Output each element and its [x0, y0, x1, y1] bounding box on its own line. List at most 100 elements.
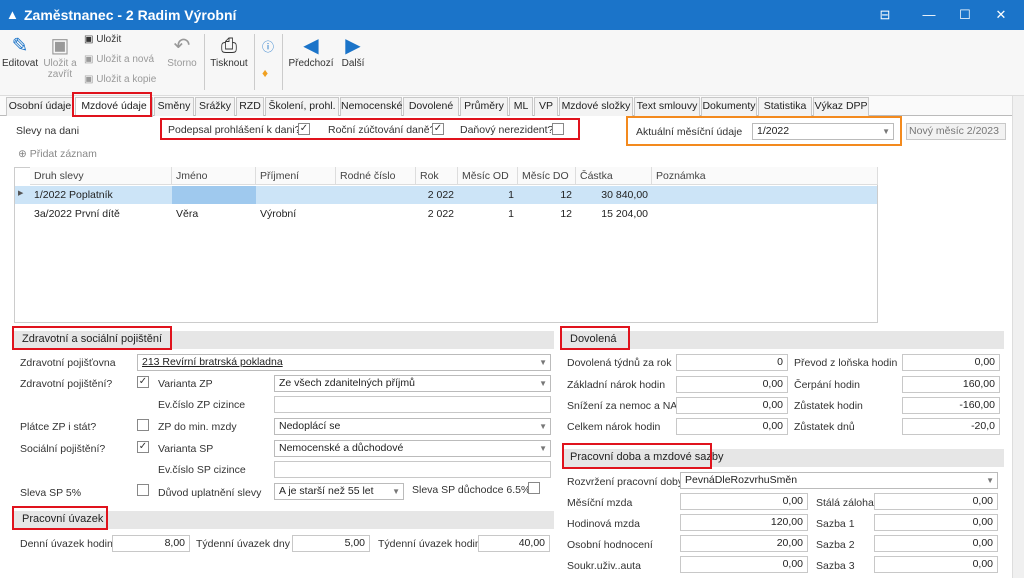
foreign-zp-input[interactable] — [274, 396, 551, 413]
health-insurance-checkbox[interactable]: ✓ — [137, 376, 149, 388]
minimize-button[interactable]: — — [914, 4, 944, 26]
restore-icon[interactable]: ⊟ — [870, 4, 900, 26]
new-month-button[interactable]: Nový měsíc 2/2023 — [906, 123, 1006, 140]
personal-rating-input[interactable]: 20,00 — [680, 535, 808, 552]
foreign-sp-input[interactable] — [274, 461, 551, 478]
tab-3[interactable]: Srážky — [195, 97, 235, 116]
rate3-input[interactable]: 0,00 — [874, 556, 998, 573]
vacation-rem-days-input[interactable]: -20,0 — [902, 418, 1000, 435]
bell-icon[interactable]: ♦ — [262, 66, 268, 80]
tab-6[interactable]: Nemocenské — [340, 97, 402, 116]
state-payer-checkbox[interactable] — [137, 419, 149, 431]
table-cell[interactable] — [336, 205, 416, 223]
weekly-days-input[interactable]: 5,00 — [292, 535, 370, 552]
table-cell[interactable] — [336, 186, 416, 204]
save-close-button[interactable]: ▣ Uložit a zavřít — [40, 34, 80, 80]
chevron-down-icon: ▼ — [986, 476, 994, 485]
weekly-hours-input[interactable]: 40,00 — [478, 535, 550, 552]
tab-15[interactable]: Výkaz DPP — [813, 97, 869, 116]
tab-9[interactable]: ML — [509, 97, 533, 116]
column-header[interactable]: Rodné číslo — [336, 167, 416, 185]
hourly-wage-input[interactable]: 120,00 — [680, 514, 808, 531]
print-button[interactable]: ⎙ Tisknout — [208, 34, 250, 69]
nonresident-checkbox[interactable] — [552, 123, 564, 135]
tab-12[interactable]: Text smlouvy — [634, 97, 700, 116]
vacation-weeks-input[interactable]: 0 — [676, 354, 788, 371]
table-cell[interactable] — [172, 186, 256, 204]
vacation-reduce-input[interactable]: 0,00 — [676, 397, 788, 414]
vacation-transfer-input[interactable]: 0,00 — [902, 354, 1000, 371]
column-header[interactable]: Jméno — [172, 167, 256, 185]
daily-hours-input[interactable]: 8,00 — [112, 535, 190, 552]
vacation-rem-hours-input[interactable]: -160,00 — [902, 397, 1000, 414]
rate1-input[interactable]: 0,00 — [874, 514, 998, 531]
tab-2[interactable]: Směny — [154, 97, 194, 116]
column-header[interactable]: Měsíc OD — [458, 167, 518, 185]
save-button[interactable]: ▣ Uložit — [84, 34, 121, 45]
tab-8[interactable]: Průměry — [460, 97, 508, 116]
variant-zp-select[interactable]: Ze všech zdanitelných příjmů ▼ — [274, 375, 551, 392]
next-button[interactable]: ▶ Další — [338, 34, 368, 69]
column-header[interactable]: Poznámka — [652, 167, 878, 185]
highlight-workload — [12, 506, 108, 530]
tab-13[interactable]: Dokumenty — [701, 97, 757, 116]
edit-button[interactable]: ✎ Editovat — [2, 34, 38, 69]
table-cell[interactable]: 15 204,00 — [576, 205, 652, 223]
table-cell[interactable] — [256, 186, 336, 204]
work-distribution-select[interactable]: PevnáDleRozvrhuSměn ▼ — [680, 472, 998, 489]
column-header[interactable]: Rok — [416, 167, 458, 185]
monthly-wage-input[interactable]: 0,00 — [680, 493, 808, 510]
add-record-button[interactable]: ⊕ Přidat záznam — [18, 148, 97, 160]
cancel-button[interactable]: ↶ Storno — [164, 34, 200, 69]
annual-checkbox[interactable]: ✓ — [432, 123, 444, 135]
variant-sp-select[interactable]: Nemocenské a důchodové ▼ — [274, 440, 551, 457]
rate2-input[interactable]: 0,00 — [874, 535, 998, 552]
previous-button[interactable]: ◀ Předchozí — [288, 34, 334, 69]
reason-select[interactable]: A je starší než 55 let ▼ — [274, 483, 404, 500]
tab-0[interactable]: Osobní údaje — [6, 97, 74, 116]
table-cell[interactable]: 2 022 — [416, 205, 458, 223]
table-cell[interactable]: 2 022 — [416, 186, 458, 204]
table-cell[interactable] — [652, 186, 878, 204]
table-cell[interactable] — [652, 205, 878, 223]
table-cell[interactable]: 1 — [458, 186, 518, 204]
column-header[interactable]: Měsíc DO — [518, 167, 576, 185]
vertical-scrollbar[interactable] — [1012, 96, 1024, 578]
column-header[interactable]: Příjmení — [256, 167, 336, 185]
insurer-select[interactable]: 213 Revírní bratrská pokladna ▼ — [137, 354, 551, 371]
social-insurance-checkbox[interactable]: ✓ — [137, 441, 149, 453]
tab-4[interactable]: RZD — [236, 97, 264, 116]
advance-input[interactable]: 0,00 — [874, 493, 998, 510]
maximize-button[interactable]: ☐ — [950, 4, 980, 26]
tab-11[interactable]: Mzdové složky — [559, 97, 633, 116]
signed-checkbox[interactable]: ✓ — [298, 123, 310, 135]
zp-min-select[interactable]: Nedoplácí se ▼ — [274, 418, 551, 435]
car-use-input[interactable]: 0,00 — [680, 556, 808, 573]
column-header[interactable]: Částka — [576, 167, 652, 185]
table-cell[interactable]: 30 840,00 — [576, 186, 652, 204]
sp5-checkbox[interactable] — [137, 484, 149, 496]
table-cell[interactable]: Výrobní — [256, 205, 336, 223]
table-cell[interactable]: 1/2022 Poplatník — [30, 186, 172, 204]
vacation-base-input[interactable]: 0,00 — [676, 376, 788, 393]
rate3-label: Sazba 3 — [816, 560, 855, 572]
sp-pension-checkbox[interactable] — [528, 482, 540, 494]
vacation-total-input[interactable]: 0,00 — [676, 418, 788, 435]
tab-14[interactable]: Statistika — [758, 97, 812, 116]
tab-7[interactable]: Dovolené — [403, 97, 459, 116]
tab-5[interactable]: Školení, prohl. — [265, 97, 339, 116]
close-button[interactable]: ✕ — [986, 4, 1016, 26]
vacation-used-input[interactable]: 160,00 — [902, 376, 1000, 393]
table-cell[interactable]: 12 — [518, 186, 576, 204]
tab-10[interactable]: VP — [534, 97, 558, 116]
chevron-down-icon: ▼ — [882, 127, 890, 136]
table-cell[interactable]: Věra — [172, 205, 256, 223]
table-cell[interactable]: 12 — [518, 205, 576, 223]
info-icon[interactable]: ⓘ — [262, 38, 274, 55]
table-cell[interactable]: 3a/2022 První dítě — [30, 205, 172, 223]
save-copy-button[interactable]: ▣ Uložit a kopie — [84, 74, 156, 85]
table-cell[interactable]: 1 — [458, 205, 518, 223]
column-header[interactable]: Druh slevy — [30, 167, 172, 185]
save-new-button[interactable]: ▣ Uložit a nová — [84, 54, 154, 65]
current-month-select[interactable]: 1/2022 ▼ — [752, 123, 894, 140]
